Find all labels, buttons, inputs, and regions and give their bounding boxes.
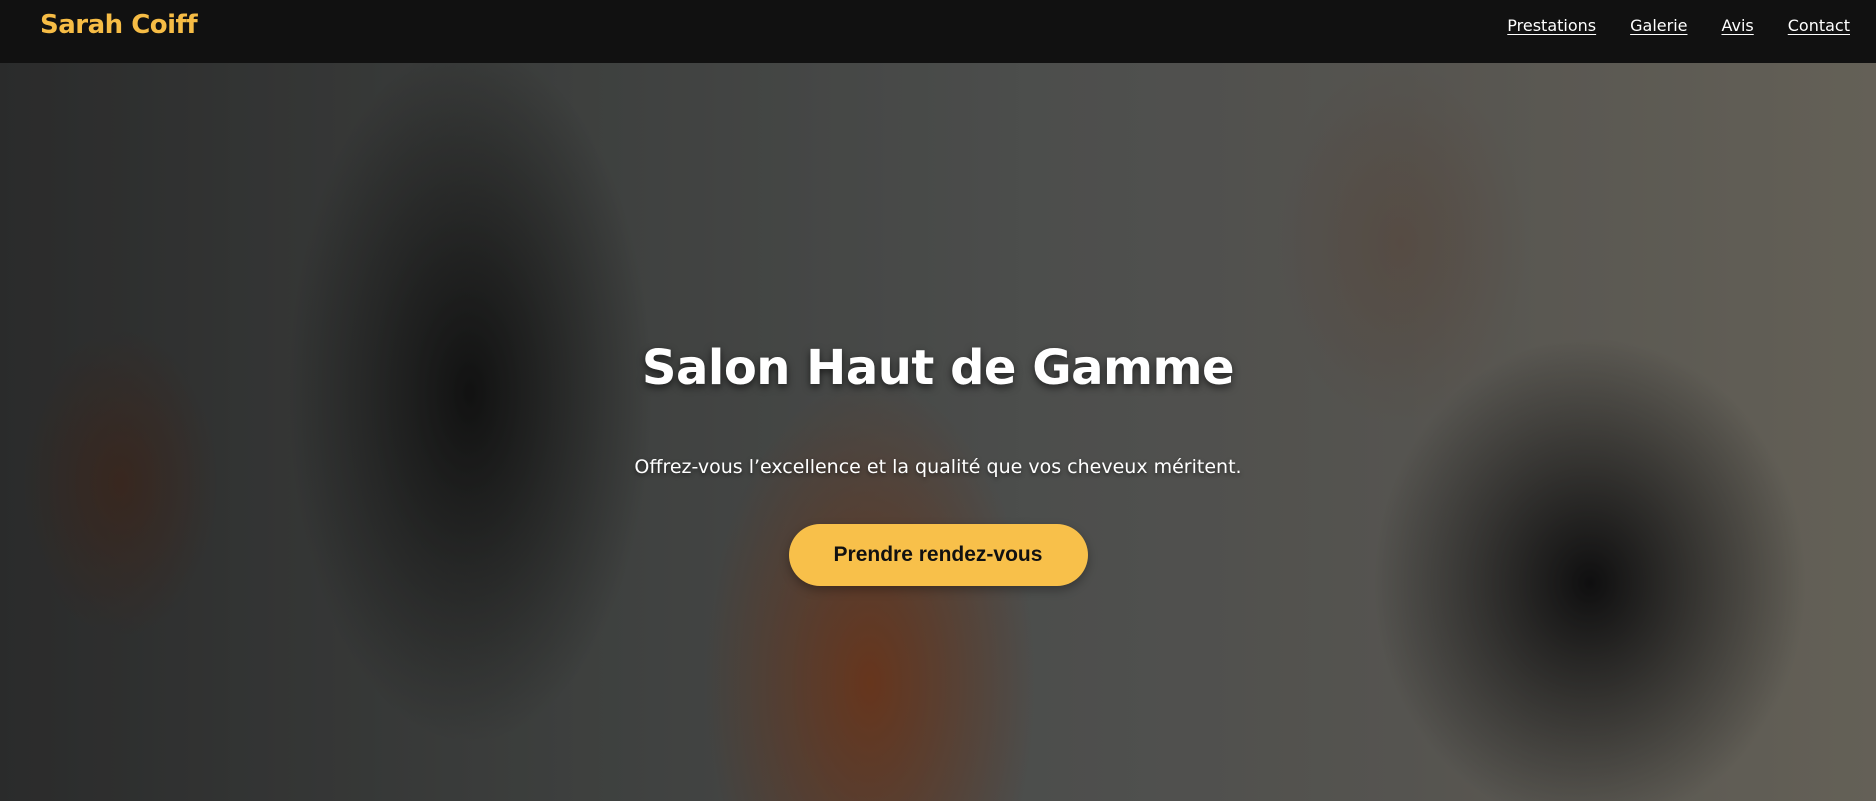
hero-subtitle: Offrez-vous l’excellence et la qualité q… xyxy=(634,456,1242,479)
hero-section: Salon Haut de Gamme Offrez-vous l’excell… xyxy=(0,63,1876,801)
main-navigation: Prestations Galerie Avis Contact xyxy=(1507,16,1850,35)
book-appointment-button[interactable]: Prendre rendez-vous xyxy=(788,524,1088,587)
nav-link-galerie[interactable]: Galerie xyxy=(1630,16,1687,35)
nav-link-contact[interactable]: Contact xyxy=(1788,16,1850,35)
brand-logo[interactable]: Sarah Coiff xyxy=(40,10,198,40)
nav-link-avis[interactable]: Avis xyxy=(1721,16,1753,35)
hero-title: Salon Haut de Gamme xyxy=(641,340,1235,396)
hero-content: Salon Haut de Gamme Offrez-vous l’excell… xyxy=(0,63,1876,801)
nav-link-prestations[interactable]: Prestations xyxy=(1507,16,1596,35)
top-navbar: Sarah Coiff Prestations Galerie Avis Con… xyxy=(0,0,1876,63)
